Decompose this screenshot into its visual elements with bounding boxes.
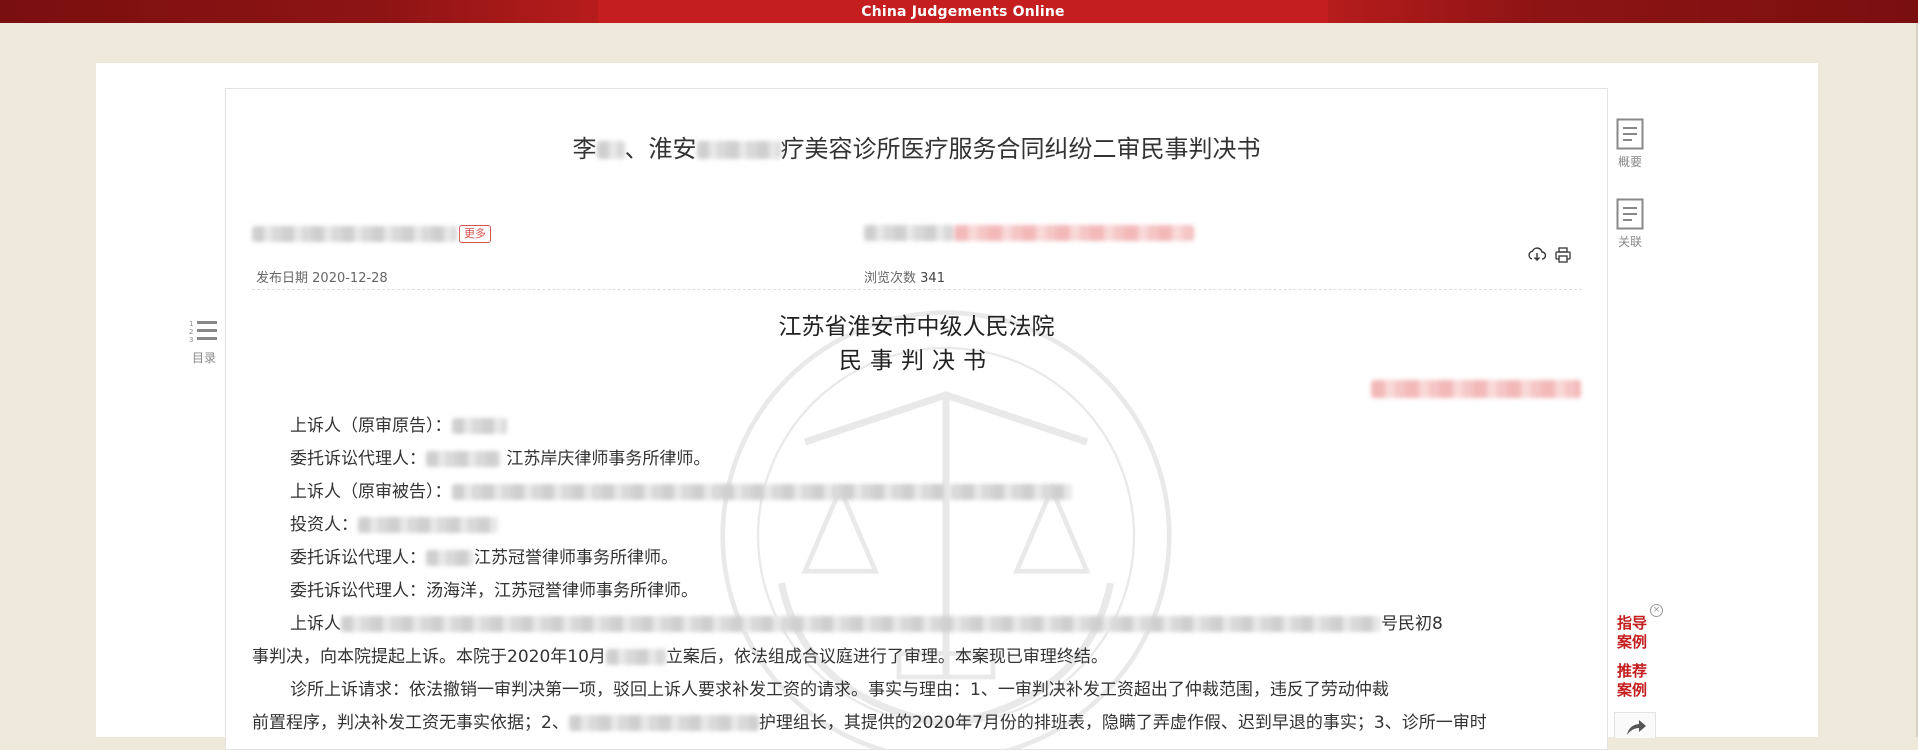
more-link[interactable]: 更多 (459, 225, 491, 243)
print-icon[interactable] (1554, 246, 1572, 264)
redacted-text (426, 550, 474, 566)
title-part-2: 、淮安 (624, 135, 697, 163)
document-summary-icon (1616, 118, 1644, 150)
list-numbered-icon: 1 2 3 (189, 320, 217, 344)
guide-case-link[interactable]: 指导案例 (1612, 614, 1652, 652)
share-icon (1627, 720, 1646, 735)
party-line: 上诉人（原审原告）： (252, 410, 1582, 443)
publish-label: 发布日期 (256, 271, 309, 286)
title-part-3: 疗美容诊所医疗服务合同纠纷二审民事判决书 (780, 135, 1261, 163)
party-line: 委托诉讼代理人： 江苏冠誉律师事务所律师。 (290, 548, 678, 568)
publish-date: 发布日期 2020-12-28 (256, 267, 388, 286)
download-icon[interactable] (1528, 246, 1546, 264)
court-name: 江苏省淮安市中级人民法院 (778, 314, 1055, 340)
party-line: 投资人： (252, 509, 1582, 542)
redacted-text (358, 517, 498, 533)
toc-button[interactable]: 1 2 3 目录 (184, 318, 224, 366)
publish-value: 2020-12-28 (312, 271, 388, 286)
redacted-text (341, 616, 1381, 632)
redacted-text (426, 451, 501, 467)
top-banner: China Judgements Online (0, 0, 1918, 23)
summary-button[interactable]: 概要 (1612, 118, 1648, 170)
svg-text:3: 3 (189, 336, 193, 344)
party-line: 上诉人（原审被告）： (252, 476, 1582, 509)
paragraph: 上诉人 号民初8 (290, 614, 1443, 634)
redacted-text (1371, 379, 1581, 398)
document-panel: 李、淮安 疗美容诊所医疗服务合同纠纷二审民事判决书 更多 发布日期 2020-12… (225, 88, 1608, 750)
redacted-text (696, 141, 781, 159)
related-button[interactable]: 关联 (1612, 198, 1648, 250)
paragraph-continued: 前置程序，判决补发工资无事实依据；2、 护理组长，其提供的2020年7月份的排班表… (252, 713, 1487, 733)
document-type: 民事判决书 (839, 348, 994, 374)
redacted-text (954, 225, 1194, 241)
case-links: 指导案例 推荐案例 (1612, 614, 1652, 700)
title-part-1: 李 (572, 135, 597, 163)
recommend-case-link[interactable]: 推荐案例 (1612, 662, 1652, 700)
document-title: 李、淮安 疗美容诊所医疗服务合同纠纷二审民事判决书 (226, 129, 1607, 164)
share-button[interactable] (1614, 712, 1656, 738)
redacted-text (596, 141, 625, 159)
document-tools (1528, 246, 1572, 264)
svg-text:2: 2 (189, 328, 193, 336)
paragraph: 诊所上诉请求：依法撤销一审判决第一项，驳回上诉人要求补发工资的请求。事实与理由：… (290, 680, 1389, 700)
judgement-body: 上诉人（原审原告）： 委托诉讼代理人： 江苏岸庆律师事务所律师。 上诉人（原审被… (252, 410, 1582, 740)
paragraph-continued: 事判决，向本院提起上诉。本院于2020年10月 立案后，依法组成合议庭进行了审理。… (252, 647, 1108, 667)
divider (252, 289, 1582, 290)
banner-center: China Judgements Online (598, 0, 1328, 23)
party-line: 委托诉讼代理人：汤海洋，江苏冠誉律师事务所律师。 (290, 581, 698, 601)
views-value: 341 (920, 271, 945, 286)
site-name[interactable]: China Judgements Online (861, 4, 1065, 20)
views-label: 浏览次数 (864, 271, 917, 286)
document-related-icon (1616, 198, 1644, 230)
court-meta: 更多 (252, 225, 491, 243)
redacted-text (864, 225, 954, 241)
redacted-text (451, 484, 1072, 500)
redacted-text (568, 715, 759, 731)
toc-label: 目录 (191, 351, 216, 365)
redacted-text (605, 649, 666, 665)
related-label: 关联 (1617, 235, 1642, 249)
redacted-text (252, 226, 457, 242)
case-number (1371, 378, 1581, 398)
party-line: 委托诉讼代理人： 江苏岸庆律师事务所律师。 (290, 449, 711, 469)
redacted-text (451, 418, 507, 434)
case-number-meta (864, 225, 1194, 241)
summary-label: 概要 (1617, 155, 1642, 169)
svg-text:1: 1 (189, 320, 193, 328)
view-count: 浏览次数 341 (864, 267, 945, 286)
